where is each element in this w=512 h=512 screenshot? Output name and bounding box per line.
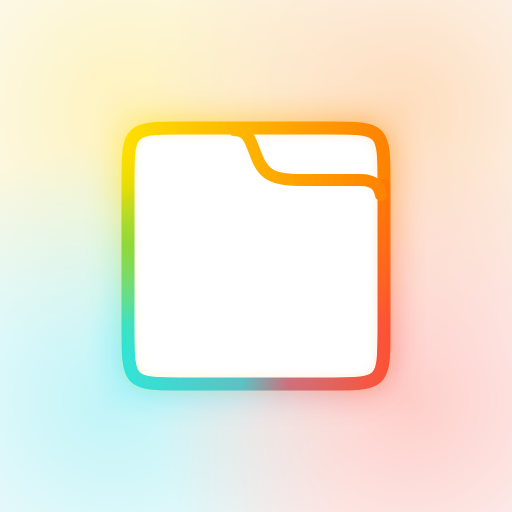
app-icon-canvas — [0, 0, 512, 512]
folder-icon — [0, 0, 512, 512]
